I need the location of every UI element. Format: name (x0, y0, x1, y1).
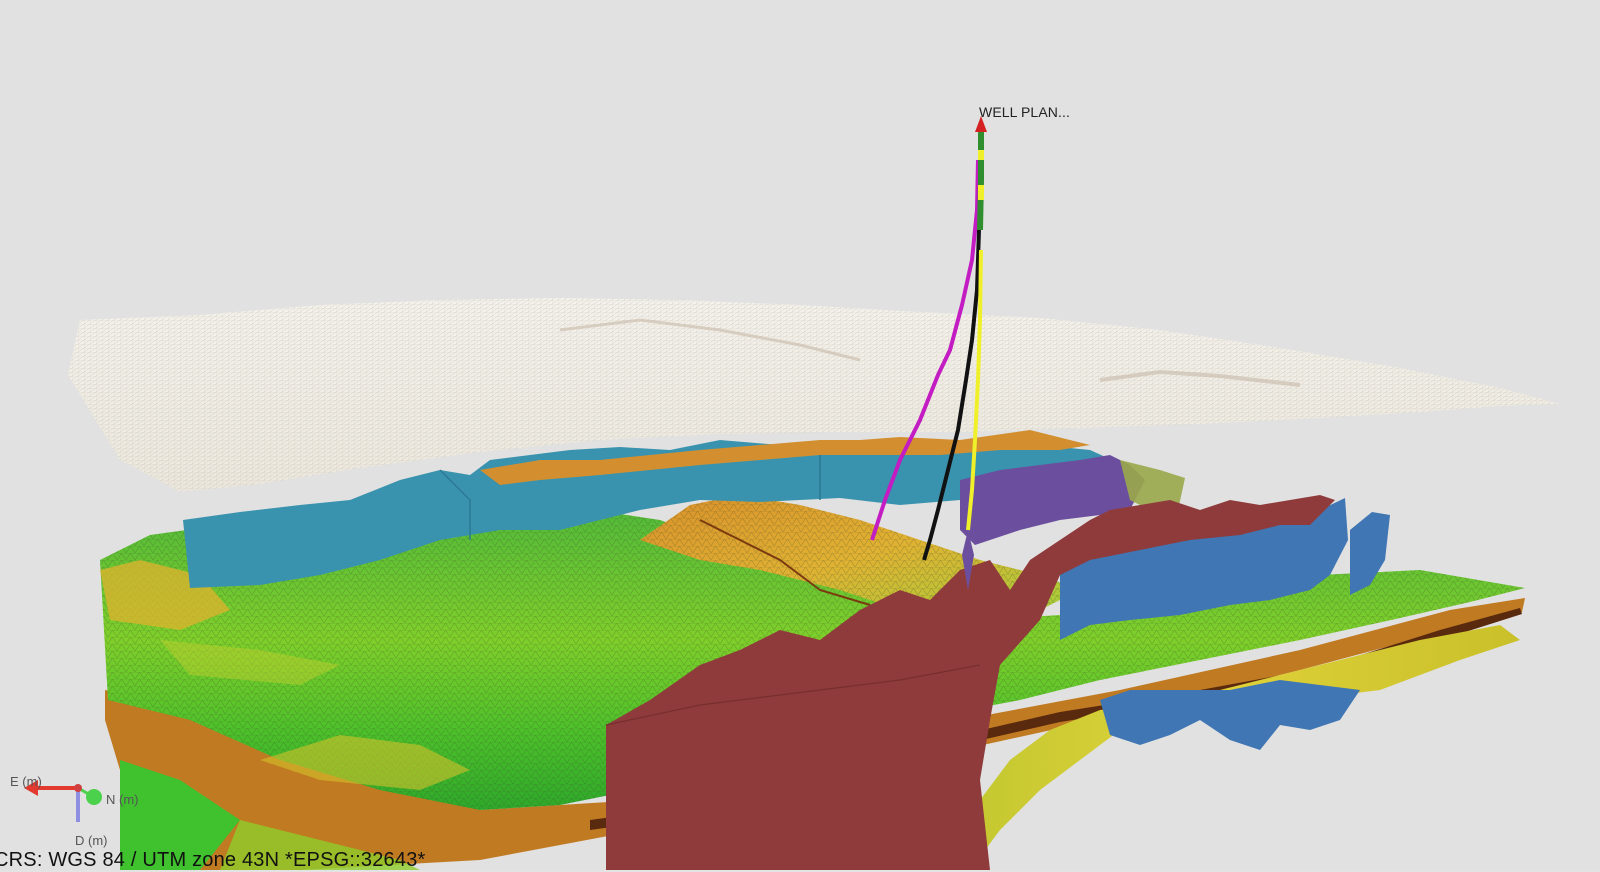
3d-viewport[interactable]: WELL PLAN... E (m) N (m) D (m) CRS: WGS … (0, 0, 1600, 871)
well-plan-label: WELL PLAN... (979, 104, 1070, 120)
crs-label: CRS: WGS 84 / UTM zone 43N *EPSG::32643* (0, 849, 426, 871)
well-green (977, 130, 984, 231)
geological-3d-scene (24, 116, 1560, 870)
axis-label-n: N (m) (106, 792, 139, 807)
axis-label-e: E (m) (10, 774, 42, 789)
axis-label-d: D (m) (75, 833, 108, 848)
